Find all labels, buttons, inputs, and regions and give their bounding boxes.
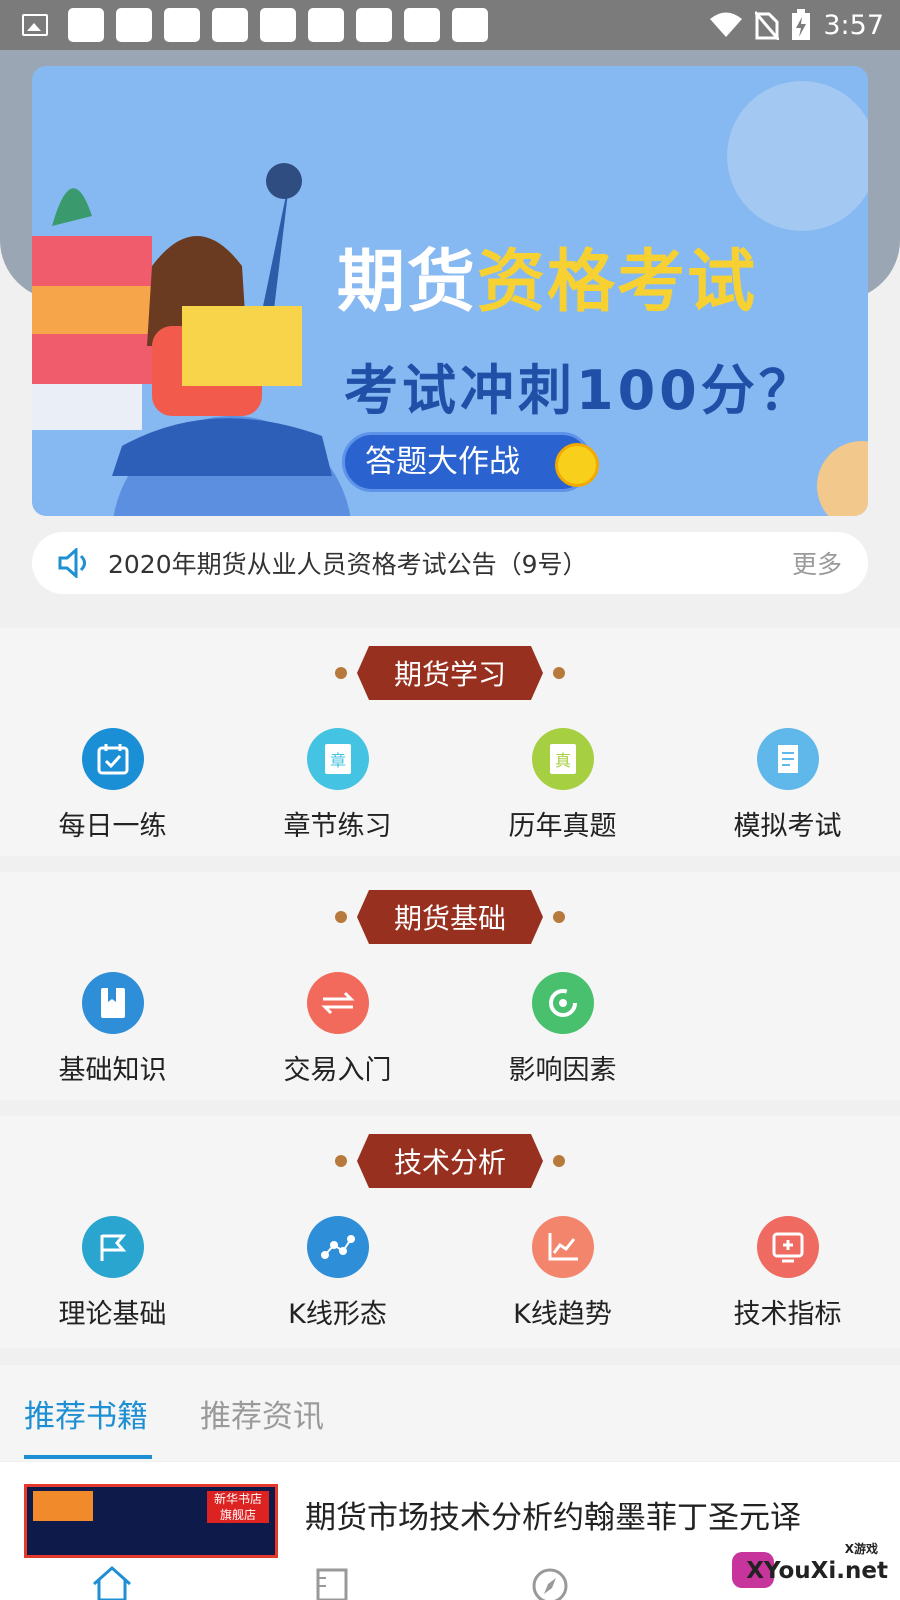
item-label: K线形态 xyxy=(288,1299,387,1330)
svg-text:真: 真 xyxy=(554,751,570,770)
real-exam-icon: 真 xyxy=(531,728,594,790)
trend-chart-icon xyxy=(531,1216,594,1278)
ornament-dot xyxy=(553,1155,565,1167)
banner-title: 期货资格考试 xyxy=(337,243,758,322)
ornament-dot xyxy=(335,911,347,923)
flag-icon xyxy=(81,1216,144,1278)
daily-practice-button[interactable]: 每日一练 xyxy=(0,728,225,843)
section-title: 期货学习 xyxy=(357,646,543,700)
chapter-practice-button[interactable]: 章 章节练习 xyxy=(225,728,450,843)
mock-exam-button[interactable]: 模拟考试 xyxy=(675,728,900,843)
quiz-battle-button[interactable]: 答题大作战 xyxy=(342,432,599,492)
item-label: 模拟考试 xyxy=(733,811,842,842)
app-icon xyxy=(308,8,344,42)
book-cover-image[interactable]: 新华书店 旗舰店 xyxy=(24,1484,278,1558)
section-technical-analysis: 技术分析 理论基础 K线形态 K线趋势 技术指标 xyxy=(0,1116,900,1348)
store-seal: 新华书店 旗舰店 xyxy=(207,1491,269,1523)
item-label: 影响因素 xyxy=(508,1055,617,1086)
item-label: 技术指标 xyxy=(733,1299,842,1330)
scatter-line-icon xyxy=(306,1216,369,1278)
exchange-arrows-icon xyxy=(306,972,369,1034)
promo-badge xyxy=(33,1491,93,1521)
theory-basics-button[interactable]: 理论基础 xyxy=(0,1216,225,1331)
item-label: 交易入门 xyxy=(283,1055,392,1086)
wifi-icon xyxy=(710,12,743,37)
status-bar: 3:57 xyxy=(0,0,900,50)
banner-subtitle: 考试冲刺100分？ xyxy=(344,359,817,422)
speaker-icon xyxy=(58,548,86,578)
k-line-trend-button[interactable]: K线趋势 xyxy=(450,1216,675,1331)
ornament-dot xyxy=(553,667,565,679)
ornament-dot xyxy=(553,911,565,923)
app-icon xyxy=(212,8,248,42)
book-ruler-icon[interactable] xyxy=(310,1564,354,1600)
app-icon xyxy=(164,8,200,42)
item-label: K线趋势 xyxy=(513,1299,612,1330)
tab-indicator xyxy=(24,1455,152,1459)
ornament-dot xyxy=(335,667,347,679)
influencing-factors-button[interactable]: 影响因素 xyxy=(450,972,675,1087)
app-icon xyxy=(116,8,152,42)
status-time: 3:57 xyxy=(823,9,884,41)
app-icon xyxy=(452,8,488,42)
item-label: 每日一练 xyxy=(58,811,167,842)
exam-scroll-icon xyxy=(756,728,819,790)
app-icon xyxy=(404,8,440,42)
promo-banner[interactable]: 期货资格考试 考试冲刺100分？ 答题大作战 xyxy=(32,66,868,516)
technical-indicators-button[interactable]: 技术指标 xyxy=(675,1216,900,1331)
image-icon xyxy=(22,14,48,36)
recommend-tabs: 推荐书籍 推荐资讯 xyxy=(0,1365,900,1461)
ornament-dot xyxy=(335,1155,347,1167)
svg-text:章: 章 xyxy=(329,751,345,770)
app-icon xyxy=(260,8,296,42)
no-sim-icon xyxy=(755,11,780,40)
coin-icon xyxy=(555,443,599,487)
app-icon xyxy=(68,8,104,42)
ring-icon xyxy=(531,972,594,1034)
indicator-screen-icon xyxy=(756,1216,819,1278)
item-label: 章节练习 xyxy=(283,811,392,842)
section-title: 技术分析 xyxy=(357,1134,543,1188)
item-label: 基础知识 xyxy=(58,1055,167,1086)
trading-intro-button[interactable]: 交易入门 xyxy=(225,972,450,1087)
battery-charging-icon xyxy=(792,9,811,40)
section-title: 期货基础 xyxy=(357,890,543,944)
notice-text[interactable]: 2020年期货从业人员资格考试公告（9号） xyxy=(108,545,588,581)
item-label: 理论基础 xyxy=(58,1299,167,1330)
app-icon xyxy=(356,8,392,42)
item-label: 历年真题 xyxy=(508,811,617,842)
book-bookmark-icon xyxy=(81,972,144,1034)
watermark-text: XYouXi.net xyxy=(746,1558,888,1584)
watermark-tag: X游戏 xyxy=(844,1542,878,1556)
section-futures-study: 期货学习 每日一练 章 章节练习 真 历年真题 模拟考试 xyxy=(0,628,900,856)
section-futures-basics: 期货基础 基础知识 交易入门 影响因素 xyxy=(0,872,900,1100)
compass-icon[interactable] xyxy=(528,1564,572,1600)
watermark: X游戏 XYouXi.net xyxy=(732,1540,892,1594)
k-line-pattern-button[interactable]: K线形态 xyxy=(225,1216,450,1331)
tab-recommended-news[interactable]: 推荐资讯 xyxy=(200,1391,324,1436)
chapter-book-icon: 章 xyxy=(306,728,369,790)
notice-bar[interactable]: 2020年期货从业人员资格考试公告（9号） 更多 xyxy=(32,532,868,594)
book-title[interactable]: 期货市场技术分析约翰墨菲丁圣元译 xyxy=(305,1492,801,1537)
past-exams-button[interactable]: 真 历年真题 xyxy=(450,728,675,843)
basic-knowledge-button[interactable]: 基础知识 xyxy=(0,972,225,1087)
tab-recommended-books[interactable]: 推荐书籍 xyxy=(24,1391,148,1436)
more-link[interactable]: 更多 xyxy=(792,545,842,581)
home-icon[interactable] xyxy=(90,1564,134,1600)
calendar-check-icon xyxy=(81,728,144,790)
